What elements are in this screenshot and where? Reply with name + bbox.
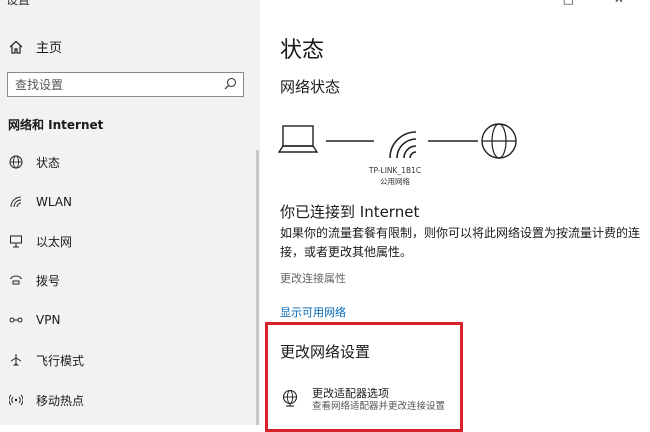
sidebar-item-vpn[interactable]: VPN <box>8 310 60 330</box>
wifi-signal-icon <box>389 131 417 159</box>
page-title: 状态 <box>280 38 325 63</box>
change-network-settings-heading: 更改网络设置 <box>280 343 371 361</box>
highlight-box <box>265 322 463 432</box>
network-info: TP-LINK_1B1C 公用网络 <box>360 165 430 187</box>
dialup-icon <box>8 272 24 288</box>
sidebar-item-label: 飞行模式 <box>36 353 85 368</box>
status-page: — □ ✕ 状态 网络状态 TP-LINK_1B1C 公用网络 你已连接到 In… <box>260 0 650 432</box>
connected-heading: 你已连接到 Internet <box>280 203 420 221</box>
sidebar-item-label: VPN <box>36 313 61 327</box>
adapter-globe-icon <box>280 389 300 409</box>
sidebar-item-label: 状态 <box>36 155 61 170</box>
home-nav-item[interactable]: 主页 <box>8 37 62 56</box>
sidebar-item-label: 拨号 <box>36 273 61 288</box>
laptop-icon <box>278 125 319 153</box>
sidebar-item-status[interactable]: 状态 <box>8 152 60 172</box>
home-icon <box>8 39 24 55</box>
sidebar-item-dialup[interactable]: 拨号 <box>8 270 60 290</box>
globe-icon <box>8 154 24 170</box>
adapter-text: 更改适配器选项 查看网络适配器并更改连接设置 <box>312 387 445 413</box>
search-box[interactable] <box>7 72 244 97</box>
hotspot-icon <box>8 392 24 408</box>
sidebar-item-ethernet[interactable]: 以太网 <box>8 231 72 251</box>
adapter-options-label: 更改适配器选项 <box>312 387 389 400</box>
connected-description: 如果你的流量套餐有限制，则你可以将此网络设置为按流量计费的连接，或者更改其他属性… <box>280 226 641 259</box>
vpn-icon <box>8 312 24 328</box>
sidebar-item-label: 移动热点 <box>36 393 85 408</box>
wifi-icon <box>8 194 24 210</box>
sidebar-item-mobile-hotspot[interactable]: 移动热点 <box>8 390 84 410</box>
adapter-options-description: 查看网络适配器并更改连接设置 <box>312 401 446 412</box>
airplane-icon <box>8 352 24 368</box>
network-status-heading: 网络状态 <box>280 78 341 96</box>
sidebar-scrollbar[interactable] <box>256 150 259 425</box>
network-name: TP-LINK_1B1C <box>368 166 422 175</box>
sidebar-item-wlan[interactable]: WLAN <box>8 192 72 212</box>
sidebar-item-label: WLAN <box>36 195 73 209</box>
change-connection-properties-link[interactable]: 更改连接属性 <box>280 270 346 286</box>
change-adapter-options-item[interactable]: 更改适配器选项 查看网络适配器并更改连接设置 <box>280 387 445 413</box>
search-icon[interactable] <box>224 75 237 94</box>
network-type: 公用网络 <box>380 177 410 186</box>
window-controls[interactable]: — □ ✕ <box>511 0 642 6</box>
section-title: 网络和 Internet <box>8 118 104 132</box>
sidebar-item-airplane-mode[interactable]: 飞行模式 <box>8 350 84 370</box>
home-label: 主页 <box>36 41 63 56</box>
internet-globe-icon <box>481 123 517 159</box>
window-title: 设置 <box>6 0 31 7</box>
show-available-networks-link[interactable]: 显示可用网络 <box>280 304 346 320</box>
sidebar-item-label: 以太网 <box>36 234 73 249</box>
settings-sidebar: 设置 主页 网络和 Internet 状态 WLAN 以太网 <box>0 0 260 425</box>
network-diagram <box>278 123 517 159</box>
search-input[interactable] <box>15 77 215 92</box>
ethernet-icon <box>8 233 24 249</box>
